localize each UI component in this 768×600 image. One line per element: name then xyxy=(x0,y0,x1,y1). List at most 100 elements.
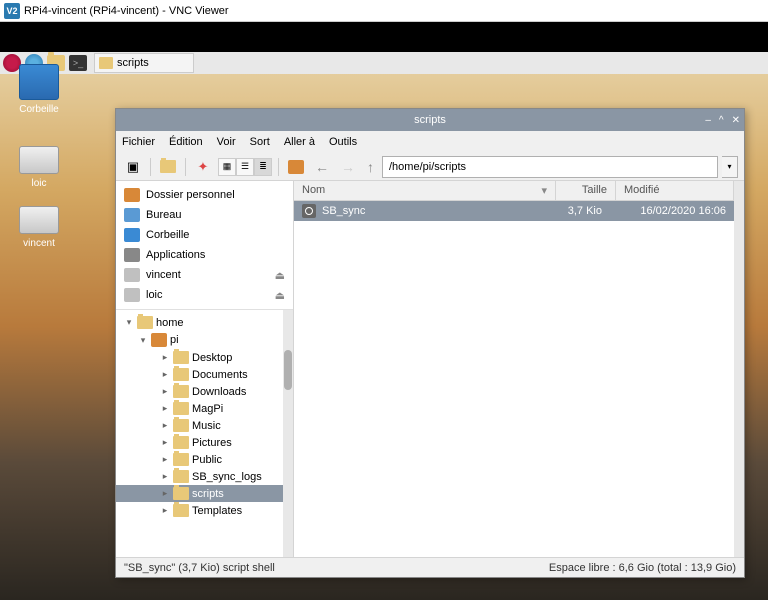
close-icon[interactable]: ✕ xyxy=(732,115,740,126)
maximize-icon[interactable]: ^ xyxy=(719,115,724,126)
tree-row-sb_sync_logs[interactable]: ▸ SB_sync_logs xyxy=(116,468,293,485)
place-label: loic xyxy=(146,289,163,301)
place-loic[interactable]: loic ⏏ xyxy=(116,285,293,305)
folder-icon xyxy=(173,385,189,398)
vnc-icon: V2 xyxy=(4,3,20,19)
menu-voir[interactable]: Voir xyxy=(217,136,236,148)
place-applications[interactable]: Applications xyxy=(116,245,293,265)
tree-row-templates[interactable]: ▸Templates xyxy=(116,502,293,519)
view-icons-button[interactable]: ▦ xyxy=(218,158,236,176)
tree-label: MagPi xyxy=(192,403,223,415)
statusbar: "SB_sync" (3,7 Kio) script shell Espace … xyxy=(116,557,744,577)
tree-row-desktop[interactable]: ▸Desktop xyxy=(116,349,293,366)
place-icon xyxy=(124,248,140,262)
minimize-icon[interactable]: – xyxy=(705,115,711,126)
folder-tree: ▾ home ▾ pi ▸Desktop▸Documents▸Downloads… xyxy=(116,310,293,557)
up-button[interactable]: ↑ xyxy=(363,159,378,175)
tree-row-magpi[interactable]: ▸ MagPi xyxy=(116,400,293,417)
tree-label: Public xyxy=(192,454,222,466)
place-label: vincent xyxy=(146,269,181,281)
tree-label: Documents xyxy=(192,369,248,381)
folder-icon xyxy=(173,487,189,500)
column-name[interactable]: Nom ▾ xyxy=(294,181,556,200)
tree-label: SB_sync_logs xyxy=(192,471,262,483)
tree-label: scripts xyxy=(192,488,224,500)
expand-icon[interactable]: ▸ xyxy=(160,505,170,516)
folder-icon xyxy=(173,436,189,449)
file-modified: 16/02/2020 16:06 xyxy=(608,205,726,217)
tree-row-documents[interactable]: ▸ Documents xyxy=(116,366,293,383)
view-mode-group: ▦ ☰ ≣ xyxy=(218,158,272,176)
drive-icon xyxy=(19,206,59,234)
place-icon xyxy=(124,188,140,202)
place-vincent[interactable]: vincent ⏏ xyxy=(116,265,293,285)
tree-scrollbar[interactable] xyxy=(283,310,293,557)
view-list-button[interactable]: ≣ xyxy=(254,158,272,176)
drive-icon xyxy=(19,146,59,174)
tree-row-public[interactable]: ▸ Public xyxy=(116,451,293,468)
menu-outils[interactable]: Outils xyxy=(329,136,357,148)
view-compact-button[interactable]: ☰ xyxy=(236,158,254,176)
desktop-icon-label: Corbeille xyxy=(14,104,64,115)
desktop-icon-corbeille[interactable]: Corbeille xyxy=(14,64,64,115)
tree-row-pi[interactable]: ▾ pi xyxy=(116,331,293,349)
window-title: scripts xyxy=(414,114,446,126)
menu-sort[interactable]: Sort xyxy=(250,136,270,148)
tree-label: home xyxy=(156,317,184,329)
script-file-icon xyxy=(302,204,316,218)
column-modified[interactable]: Modifié xyxy=(616,181,734,200)
folder-icon xyxy=(173,504,189,517)
place-corbeille[interactable]: Corbeille xyxy=(116,225,293,245)
expand-icon[interactable]: ▸ xyxy=(160,454,170,465)
eject-icon[interactable]: ⏏ xyxy=(275,269,285,282)
path-dropdown-button[interactable]: ▾ xyxy=(722,156,738,178)
home-button[interactable] xyxy=(285,156,307,178)
expand-icon[interactable]: ▸ xyxy=(160,386,170,397)
taskbar-active-window[interactable]: scripts xyxy=(94,53,194,73)
tree-row-home[interactable]: ▾ home xyxy=(116,314,293,331)
place-label: Dossier personnel xyxy=(146,189,235,201)
tree-label: Music xyxy=(192,420,221,432)
tree-row-pictures[interactable]: ▸Pictures xyxy=(116,434,293,451)
menu-fichier[interactable]: Fichier xyxy=(122,136,155,148)
tree-row-downloads[interactable]: ▸Downloads xyxy=(116,383,293,400)
vnc-titlebar: V2 RPi4-vincent (RPi4-vincent) - VNC Vie… xyxy=(0,0,768,22)
preferences-button[interactable]: ✦ xyxy=(192,156,214,178)
terminal-icon[interactable]: >_ xyxy=(68,54,88,72)
window-titlebar[interactable]: scripts – ^ ✕ xyxy=(116,109,744,131)
file-list: SB_sync3,7 Kio16/02/2020 16:06 xyxy=(294,201,734,557)
place-bureau[interactable]: Bureau xyxy=(116,205,293,225)
path-input[interactable] xyxy=(382,156,718,178)
folder-icon xyxy=(173,419,189,432)
tree-row-scripts[interactable]: ▸ scripts xyxy=(116,485,293,502)
desktop-icon-loic[interactable]: loic xyxy=(14,142,64,189)
expand-icon[interactable]: ▸ xyxy=(160,488,170,499)
desktop-icon-vincent[interactable]: vincent xyxy=(14,202,64,249)
expand-icon[interactable]: ▸ xyxy=(160,420,170,431)
expand-icon[interactable]: ▸ xyxy=(160,471,170,482)
menu-aller à[interactable]: Aller à xyxy=(284,136,315,148)
file-row[interactable]: SB_sync3,7 Kio16/02/2020 16:06 xyxy=(294,201,734,221)
forward-button[interactable]: → xyxy=(337,159,359,175)
expand-icon[interactable]: ▸ xyxy=(160,437,170,448)
folder-icon xyxy=(173,402,189,415)
expand-icon[interactable]: ▸ xyxy=(160,352,170,363)
tree-row-music[interactable]: ▸ Music xyxy=(116,417,293,434)
expand-icon[interactable]: ▸ xyxy=(160,403,170,414)
desktop-icon-label: vincent xyxy=(14,238,64,249)
eject-icon[interactable]: ⏏ xyxy=(275,289,285,302)
place-dossier-personnel[interactable]: Dossier personnel xyxy=(116,185,293,205)
file-list-header: Nom ▾ Taille Modifié xyxy=(294,181,734,201)
folder-icon xyxy=(173,368,189,381)
toolbar: ▣ ✦ ▦ ☰ ≣ ← → ↑ ▾ xyxy=(116,153,744,181)
menu-édition[interactable]: Édition xyxy=(169,136,203,148)
folder-icon xyxy=(173,453,189,466)
file-scrollbar[interactable] xyxy=(734,181,744,557)
back-button[interactable]: ← xyxy=(311,159,333,175)
new-tab-button[interactable]: ▣ xyxy=(122,156,144,178)
column-size[interactable]: Taille xyxy=(556,181,616,200)
desktop-icon-label: loic xyxy=(14,178,64,189)
expand-icon[interactable]: ▸ xyxy=(160,369,170,380)
new-folder-button[interactable] xyxy=(157,156,179,178)
desktop: >_ scripts Corbeille loic vincent scripts … xyxy=(0,52,768,600)
